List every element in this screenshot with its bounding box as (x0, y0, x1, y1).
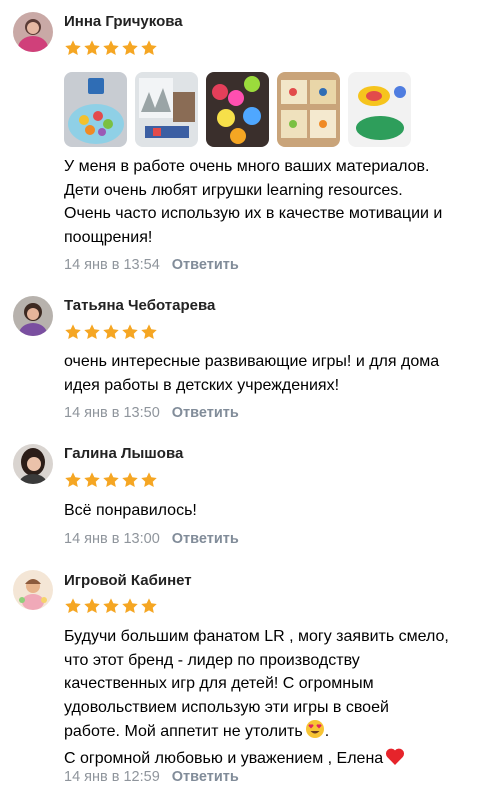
heart-eyes-emoji (305, 719, 325, 747)
avatar[interactable] (13, 570, 53, 610)
review-text-segment: . (324, 723, 330, 740)
rating-stars (64, 471, 158, 489)
star-icon (121, 39, 139, 57)
photo-light-buttons[interactable] (206, 72, 269, 147)
review-text: Всё понравилось! (64, 499, 484, 523)
review-meta: 14 янв в 13:50 Ответить (64, 405, 239, 421)
timestamp[interactable]: 14 янв в 13:00 (64, 531, 160, 547)
star-icon (83, 39, 101, 57)
star-icon (140, 471, 158, 489)
review-text: Будучи большим фанатом LR , могу заявить… (64, 625, 484, 773)
author-name[interactable]: Татьяна Чеботарева (64, 297, 215, 314)
review-text-line: Дети очень любят игрушки learning resour… (64, 181, 403, 199)
star-icon (83, 471, 101, 489)
reply-button[interactable]: Ответить (172, 531, 239, 547)
star-icon (83, 597, 101, 615)
star-icon (102, 597, 120, 615)
timestamp[interactable]: 14 янв в 13:54 (64, 257, 160, 273)
review-text-line: работе. Мой аппетит не утолить. (64, 719, 484, 747)
avatar[interactable] (13, 444, 53, 484)
review-text-line: Очень часто использую их в качестве моти… (64, 205, 443, 222)
star-icon (140, 323, 158, 341)
photo-classroom[interactable] (135, 72, 198, 147)
star-icon (102, 471, 120, 489)
avatar[interactable] (13, 296, 53, 336)
review-text: очень интересные развивающие игры! и для… (64, 350, 484, 397)
timestamp[interactable]: 14 янв в 13:50 (64, 405, 160, 421)
rating-stars (64, 39, 158, 57)
reply-button[interactable]: Ответить (172, 769, 239, 785)
star-icon (121, 323, 139, 341)
star-icon (64, 39, 82, 57)
star-icon (102, 323, 120, 341)
photo-game-boards[interactable] (277, 72, 340, 147)
star-icon (83, 323, 101, 341)
rating-stars (64, 323, 158, 341)
review-text-line: что этот бренд - лидер по производству (64, 651, 360, 669)
review-text-line: У меня в работе очень много ваших матери… (64, 158, 430, 175)
review-meta: 14 янв в 12:59 Ответить (64, 769, 239, 785)
photo-attachments (64, 72, 411, 147)
author-name[interactable]: Игровой Кабинет (64, 572, 192, 589)
review-text-line: качественных игр для детей! С огромным (64, 675, 374, 692)
star-icon (140, 39, 158, 57)
review-meta: 14 янв в 13:54 Ответить (64, 257, 239, 273)
star-icon (121, 597, 139, 615)
star-icon (64, 597, 82, 615)
star-icon (102, 39, 120, 57)
reply-button[interactable]: Ответить (172, 257, 239, 273)
review-text-line: очень интересные развивающие игры! и для… (64, 353, 440, 370)
review-text-line: Будучи большим фанатом LR , могу заявить… (64, 628, 449, 645)
photo-colorful-toys[interactable] (348, 72, 411, 147)
star-icon (64, 471, 82, 489)
review-text-line: поощрения! (64, 228, 153, 246)
review-text-line: Всё понравилось! (64, 502, 197, 519)
review-meta: 14 янв в 13:00 Ответить (64, 531, 239, 547)
star-icon (121, 471, 139, 489)
avatar[interactable] (13, 12, 53, 52)
star-icon (64, 323, 82, 341)
photo-toys-bowl[interactable] (64, 72, 127, 147)
author-name[interactable]: Галина Лышова (64, 445, 183, 462)
star-icon (140, 597, 158, 615)
reply-button[interactable]: Ответить (172, 405, 239, 421)
review-text-line: удовольствием использую эти игры в своей (64, 698, 389, 716)
red-heart-emoji (385, 747, 405, 774)
review-text-line: идея работы в детских учреждениях! (64, 376, 340, 394)
timestamp[interactable]: 14 янв в 12:59 (64, 769, 160, 785)
rating-stars (64, 597, 158, 615)
author-name[interactable]: Инна Гричукова (64, 13, 183, 30)
review-text: У меня в работе очень много ваших матери… (64, 155, 484, 249)
review-text-segment: С огромной любовью и уважением , Елена (64, 749, 384, 767)
review-text-segment: работе. Мой аппетит не утолить (64, 723, 303, 740)
